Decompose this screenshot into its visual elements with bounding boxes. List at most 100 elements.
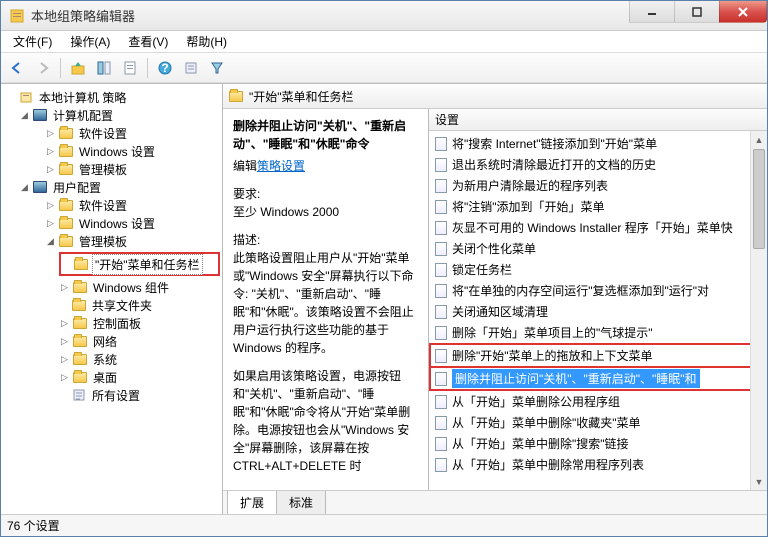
status-text: 76 个设置 xyxy=(7,517,60,534)
right-pane: "开始"菜单和任务栏 删除并阻止访问"关机"、"重新启动"、"睡眠"和"休眠"命… xyxy=(223,84,767,514)
content-area: 本地计算机 策略 ◢计算机配置 ▷软件设置 ▷Windows 设置 ▷管理模板 … xyxy=(1,83,767,514)
tree-comp-admin[interactable]: ▷管理模板 xyxy=(1,160,222,178)
tree-desk[interactable]: ▷桌面 xyxy=(1,368,222,386)
setting-label: 为新用户清除最近的程序列表 xyxy=(452,177,608,194)
setting-row[interactable]: 将"注销"添加到「开始」菜单 xyxy=(429,196,767,217)
app-icon xyxy=(9,8,25,24)
menu-file[interactable]: 文件(F) xyxy=(5,31,60,52)
setting-row[interactable]: 从「开始」菜单中删除常用程序列表 xyxy=(429,454,767,475)
help-button[interactable]: ? xyxy=(153,56,177,80)
setting-row[interactable]: 灰显不可用的 Windows Installer 程序「开始」菜单快 xyxy=(429,217,767,238)
setting-row[interactable]: 删除"开始"菜单上的拖放和上下文菜单 xyxy=(429,343,767,366)
setting-icon xyxy=(435,158,447,172)
setting-icon xyxy=(435,305,447,319)
setting-icon xyxy=(435,200,447,214)
setting-row[interactable]: 从「开始」菜单删除公用程序组 xyxy=(429,391,767,412)
setting-label: 关闭通知区域清理 xyxy=(452,303,548,320)
tree-comp-soft[interactable]: ▷软件设置 xyxy=(1,124,222,142)
up-button[interactable] xyxy=(66,56,90,80)
desc-p2: 如果启用该策略设置，电源按钮和"关机"、"重新启动"、"睡眠"和"休眠"命令将从… xyxy=(233,367,418,475)
scroll-up-icon[interactable]: ▲ xyxy=(751,131,767,148)
tree-user-cfg[interactable]: ◢用户配置 xyxy=(1,178,222,196)
tab-standard[interactable]: 标准 xyxy=(276,491,326,514)
setting-icon xyxy=(435,263,447,277)
tree-sys[interactable]: ▷系统 xyxy=(1,350,222,368)
tab-extended[interactable]: 扩展 xyxy=(227,491,277,514)
tree-user-soft[interactable]: ▷软件设置 xyxy=(1,196,222,214)
minimize-button[interactable] xyxy=(629,1,675,23)
setting-icon xyxy=(435,416,447,430)
setting-label: 锁定任务栏 xyxy=(452,261,512,278)
close-button[interactable] xyxy=(719,1,767,23)
window-title: 本地组策略编辑器 xyxy=(31,6,630,25)
toolbar: ? xyxy=(1,53,767,83)
filter-button[interactable] xyxy=(205,56,229,80)
setting-label: 将"搜索 Internet"链接添加到"开始"菜单 xyxy=(452,135,657,152)
tree-shared[interactable]: 共享文件夹 xyxy=(1,296,222,314)
setting-label: 删除并阻止访问"关机"、"重新启动"、"睡眠"和 xyxy=(452,369,700,388)
tree-ctrl[interactable]: ▷控制面板 xyxy=(1,314,222,332)
description-pane: 删除并阻止访问"关机"、"重新启动"、"睡眠"和"休眠"命令 编辑策略设置 要求… xyxy=(223,109,429,490)
menubar: 文件(F) 操作(A) 查看(V) 帮助(H) xyxy=(1,31,767,53)
setting-icon xyxy=(435,395,447,409)
tree-user-win[interactable]: ▷Windows 设置 xyxy=(1,214,222,232)
options-button[interactable] xyxy=(179,56,203,80)
setting-icon xyxy=(435,349,447,363)
desc-p1: 此策略设置阻止用户从"开始"菜单或"Windows 安全"屏幕执行以下命令: "… xyxy=(233,251,414,355)
setting-label: 从「开始」菜单中删除"搜索"链接 xyxy=(452,435,629,452)
back-button[interactable] xyxy=(5,56,29,80)
setting-label: 删除"开始"菜单上的拖放和上下文菜单 xyxy=(452,347,653,364)
list-body[interactable]: 将"搜索 Internet"链接添加到"开始"菜单退出系统时清除最近打开的文档的… xyxy=(429,131,767,490)
setting-label: 从「开始」菜单删除公用程序组 xyxy=(452,393,620,410)
view-tabs: 扩展 标准 xyxy=(223,490,767,514)
req-label: 要求: xyxy=(233,187,260,201)
setting-icon xyxy=(435,137,447,151)
setting-row[interactable]: 将"搜索 Internet"链接添加到"开始"菜单 xyxy=(429,133,767,154)
scroll-down-icon[interactable]: ▼ xyxy=(751,473,767,490)
tree-root[interactable]: 本地计算机 策略 xyxy=(1,88,222,106)
setting-row[interactable]: 删除并阻止访问"关机"、"重新启动"、"睡眠"和 xyxy=(429,366,767,391)
setting-icon xyxy=(435,221,447,235)
settings-list-pane: 设置 将"搜索 Internet"链接添加到"开始"菜单退出系统时清除最近打开的… xyxy=(429,109,767,490)
setting-icon xyxy=(435,284,447,298)
setting-row[interactable]: 从「开始」菜单中删除"收藏夹"菜单 xyxy=(429,412,767,433)
properties-button[interactable] xyxy=(118,56,142,80)
setting-row[interactable]: 退出系统时清除最近打开的文档的历史 xyxy=(429,154,767,175)
tree-user-admin[interactable]: ◢管理模板 xyxy=(1,232,222,250)
tree-start-taskbar[interactable]: "开始"菜单和任务栏 xyxy=(61,255,218,273)
vertical-scrollbar[interactable]: ▲ ▼ xyxy=(750,131,767,490)
tree-all[interactable]: 所有设置 xyxy=(1,386,222,404)
setting-row[interactable]: 锁定任务栏 xyxy=(429,259,767,280)
tree-win-comp[interactable]: ▷Windows 组件 xyxy=(1,278,222,296)
setting-icon xyxy=(435,242,447,256)
setting-icon xyxy=(435,372,447,386)
tree-comp-win[interactable]: ▷Windows 设置 xyxy=(1,142,222,160)
setting-row[interactable]: 关闭通知区域清理 xyxy=(429,301,767,322)
tree-pane[interactable]: 本地计算机 策略 ◢计算机配置 ▷软件设置 ▷Windows 设置 ▷管理模板 … xyxy=(1,84,223,514)
menu-view[interactable]: 查看(V) xyxy=(120,31,176,52)
maximize-button[interactable] xyxy=(674,1,720,23)
setting-row[interactable]: 关闭个性化菜单 xyxy=(429,238,767,259)
setting-icon xyxy=(435,437,447,451)
scroll-thumb[interactable] xyxy=(753,149,765,249)
setting-row[interactable]: 删除「开始」菜单项目上的"气球提示" xyxy=(429,322,767,343)
menu-action[interactable]: 操作(A) xyxy=(62,31,118,52)
setting-row[interactable]: 为新用户清除最近的程序列表 xyxy=(429,175,767,196)
setting-label: 将"在单独的内存空间运行"复选框添加到"运行"对 xyxy=(452,282,709,299)
tree-comp-cfg[interactable]: ◢计算机配置 xyxy=(1,106,222,124)
setting-row[interactable]: 将"在单独的内存空间运行"复选框添加到"运行"对 xyxy=(429,280,767,301)
svg-text:?: ? xyxy=(161,61,168,75)
setting-icon xyxy=(435,458,447,472)
edit-policy-link[interactable]: 策略设置 xyxy=(257,159,305,173)
setting-label: 将"注销"添加到「开始」菜单 xyxy=(452,198,605,215)
menu-help[interactable]: 帮助(H) xyxy=(178,31,235,52)
setting-icon xyxy=(435,179,447,193)
req-value: 至少 Windows 2000 xyxy=(233,205,339,219)
desc-heading: 删除并阻止访问"关机"、"重新启动"、"睡眠"和"休眠"命令 xyxy=(233,117,418,153)
status-bar: 76 个设置 xyxy=(1,514,767,536)
list-header[interactable]: 设置 xyxy=(429,109,767,131)
forward-button[interactable] xyxy=(31,56,55,80)
tree-net[interactable]: ▷网络 xyxy=(1,332,222,350)
show-hide-button[interactable] xyxy=(92,56,116,80)
setting-row[interactable]: 从「开始」菜单中删除"搜索"链接 xyxy=(429,433,767,454)
